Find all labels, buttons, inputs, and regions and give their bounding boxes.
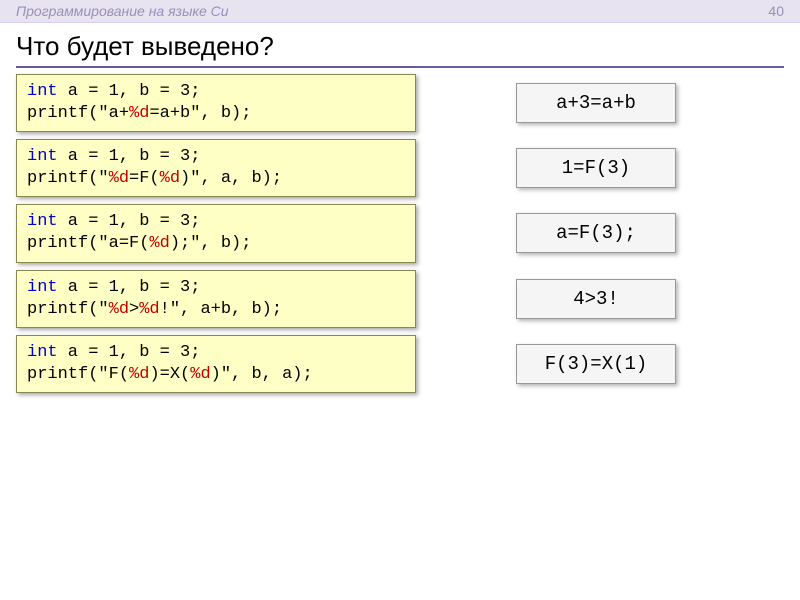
code-box: int a = 1, b = 3; printf("%d>%d!", a+b, … xyxy=(16,270,416,328)
code-box: int a = 1, b = 3; printf("F(%d)=X(%d)", … xyxy=(16,335,416,393)
code-box: int a = 1, b = 3; printf("a+%d=a+b", b); xyxy=(16,74,416,132)
example-row: int a = 1, b = 3; printf("%d=F(%d)", a, … xyxy=(16,139,784,197)
example-row: int a = 1, b = 3; printf("a+%d=a+b", b);… xyxy=(16,74,784,132)
code-line-1: int a = 1, b = 3; xyxy=(27,211,405,233)
code-line-2: printf("a+%d=a+b", b); xyxy=(27,103,405,125)
output-box: 4>3! xyxy=(516,279,676,319)
output-box: a=F(3); xyxy=(516,213,676,253)
code-line-1: int a = 1, b = 3; xyxy=(27,342,405,364)
code-line-2: printf("F(%d)=X(%d)", b, a); xyxy=(27,364,405,386)
output-box: F(3)=X(1) xyxy=(516,344,676,384)
title-underline xyxy=(16,66,784,68)
code-line-1: int a = 1, b = 3; xyxy=(27,277,405,299)
page-number: 40 xyxy=(768,3,784,19)
code-box: int a = 1, b = 3; printf("%d=F(%d)", a, … xyxy=(16,139,416,197)
code-line-2: printf("%d=F(%d)", a, b); xyxy=(27,168,405,190)
content-area: int a = 1, b = 3; printf("a+%d=a+b", b);… xyxy=(0,74,800,393)
example-row: int a = 1, b = 3; printf("%d>%d!", a+b, … xyxy=(16,270,784,328)
code-line-2: printf("%d>%d!", a+b, b); xyxy=(27,299,405,321)
example-row: int a = 1, b = 3; printf("F(%d)=X(%d)", … xyxy=(16,335,784,393)
output-box: a+3=a+b xyxy=(516,83,676,123)
slide-header: Программирование на языке Си 40 xyxy=(0,0,800,23)
code-line-1: int a = 1, b = 3; xyxy=(27,81,405,103)
output-box: 1=F(3) xyxy=(516,148,676,188)
example-row: int a = 1, b = 3; printf("a=F(%d);", b);… xyxy=(16,204,784,262)
code-line-2: printf("a=F(%d);", b); xyxy=(27,233,405,255)
slide-title: Что будет выведено? xyxy=(0,23,800,66)
code-box: int a = 1, b = 3; printf("a=F(%d);", b); xyxy=(16,204,416,262)
course-title: Программирование на языке Си xyxy=(16,3,229,19)
code-line-1: int a = 1, b = 3; xyxy=(27,146,405,168)
